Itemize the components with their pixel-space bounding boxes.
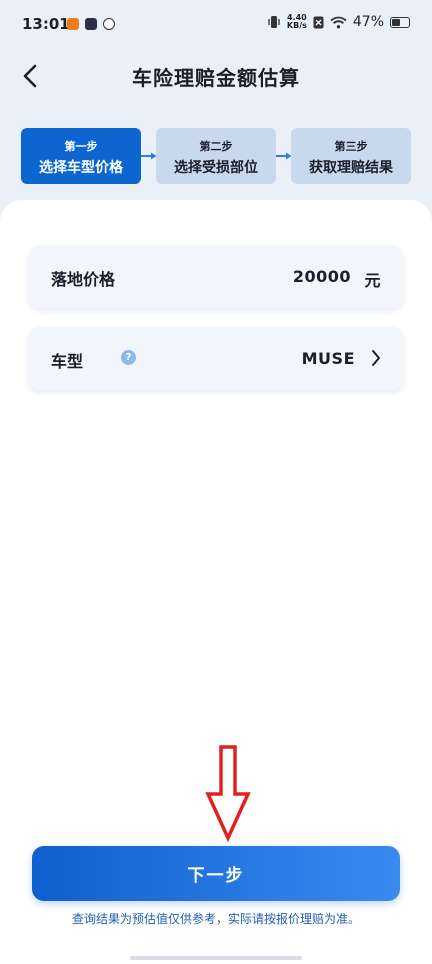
net-speed: 4.40 KB/s: [287, 14, 307, 30]
car-model-label: 车型: [51, 352, 84, 371]
wifi-icon: [330, 16, 347, 28]
chevron-right-icon: [372, 350, 380, 366]
price-unit: 元: [364, 271, 381, 290]
step-3[interactable]: 第三步 获取理赔结果: [291, 128, 411, 184]
car-model-value: MUSE: [301, 349, 355, 368]
next-step-button[interactable]: 下一步: [32, 846, 400, 901]
net-speed-unit: KB/s: [286, 21, 307, 30]
step-2-label: 第二步: [199, 140, 233, 153]
status-time: 13:01: [22, 15, 70, 33]
price-value[interactable]: 20000: [293, 267, 351, 286]
disclaimer-text: 查询结果为预估值仅供参考，实际请按报价理赔为准。: [71, 912, 360, 926]
status-right-group: 4.40 KB/s 47%: [267, 14, 410, 30]
step-1-title: 选择车型价格: [39, 160, 123, 176]
step-2[interactable]: 第二步 选择受损部位: [156, 128, 276, 184]
step-3-title: 获取理赔结果: [309, 160, 393, 176]
no-sim-icon: [313, 16, 324, 28]
battery-percent: 47%: [352, 14, 384, 30]
notification-app-icon-link: [103, 18, 115, 30]
price-row[interactable]: 落地价格 20000 元: [29, 245, 403, 308]
notification-app-icon-orange: [67, 18, 79, 30]
price-label: 落地价格: [51, 270, 116, 289]
step-1-label: 第一步: [64, 140, 98, 153]
step-3-label: 第三步: [334, 140, 368, 153]
battery-icon: [390, 16, 410, 28]
step-2-title: 选择受损部位: [174, 160, 258, 176]
home-indicator[interactable]: [130, 956, 302, 960]
annotation-down-arrow-icon: [205, 745, 251, 842]
vibrate-icon: [268, 16, 280, 28]
status-bar: 13:01 4.40 KB/s 47%: [0, 0, 432, 50]
page-title: 车险理赔金额估算: [132, 66, 300, 90]
notification-app-icon-dark: [85, 18, 97, 30]
step-arrow-icon: [141, 152, 157, 160]
car-model-row[interactable]: 车型 ? MUSE: [29, 327, 403, 390]
step-arrow-icon: [276, 152, 292, 160]
step-1[interactable]: 第一步 选择车型价格: [21, 128, 141, 184]
help-icon[interactable]: ?: [121, 350, 136, 365]
